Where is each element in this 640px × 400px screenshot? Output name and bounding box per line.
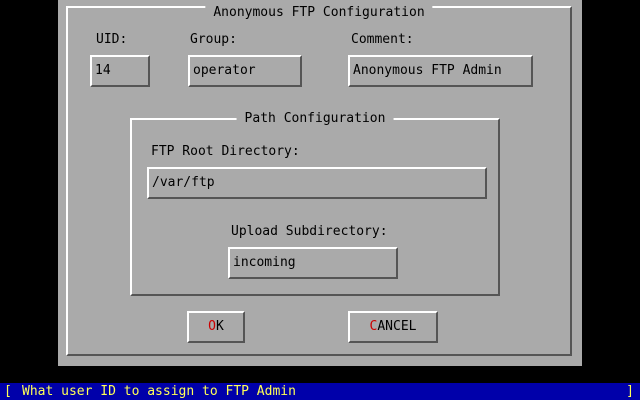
cancel-label-rest: ANCEL	[377, 319, 417, 334]
ftp-root-directory-label: FTP Root Directory:	[151, 144, 300, 159]
status-message: What user ID to assign to FTP Admin	[22, 384, 296, 399]
anonymous-ftp-dialog: Anonymous FTP Configuration UID: 14 Grou…	[58, 0, 582, 366]
upload-subdirectory-input[interactable]: incoming	[228, 247, 398, 279]
comment-label: Comment:	[351, 32, 414, 47]
ok-hotkey: O	[208, 319, 216, 334]
ftp-root-directory-input[interactable]: /var/ftp	[147, 167, 487, 199]
upload-subdirectory-label: Upload Subdirectory:	[231, 224, 388, 239]
ok-button[interactable]: OK	[187, 311, 245, 343]
dialog-title: Anonymous FTP Configuration	[205, 6, 433, 20]
cancel-button[interactable]: CANCEL	[348, 311, 438, 343]
group-input[interactable]: operator	[188, 55, 302, 87]
comment-input[interactable]: Anonymous FTP Admin	[348, 55, 533, 87]
status-bar: [ What user ID to assign to FTP Admin ]	[0, 383, 640, 400]
status-left-bracket: [	[4, 384, 12, 399]
uid-label: UID:	[96, 32, 128, 47]
ok-label-rest: K	[216, 319, 224, 334]
status-right-bracket: ]	[626, 384, 634, 399]
group-label: Group:	[190, 32, 237, 47]
path-configuration-title: Path Configuration	[236, 112, 394, 126]
uid-input[interactable]: 14	[90, 55, 150, 87]
